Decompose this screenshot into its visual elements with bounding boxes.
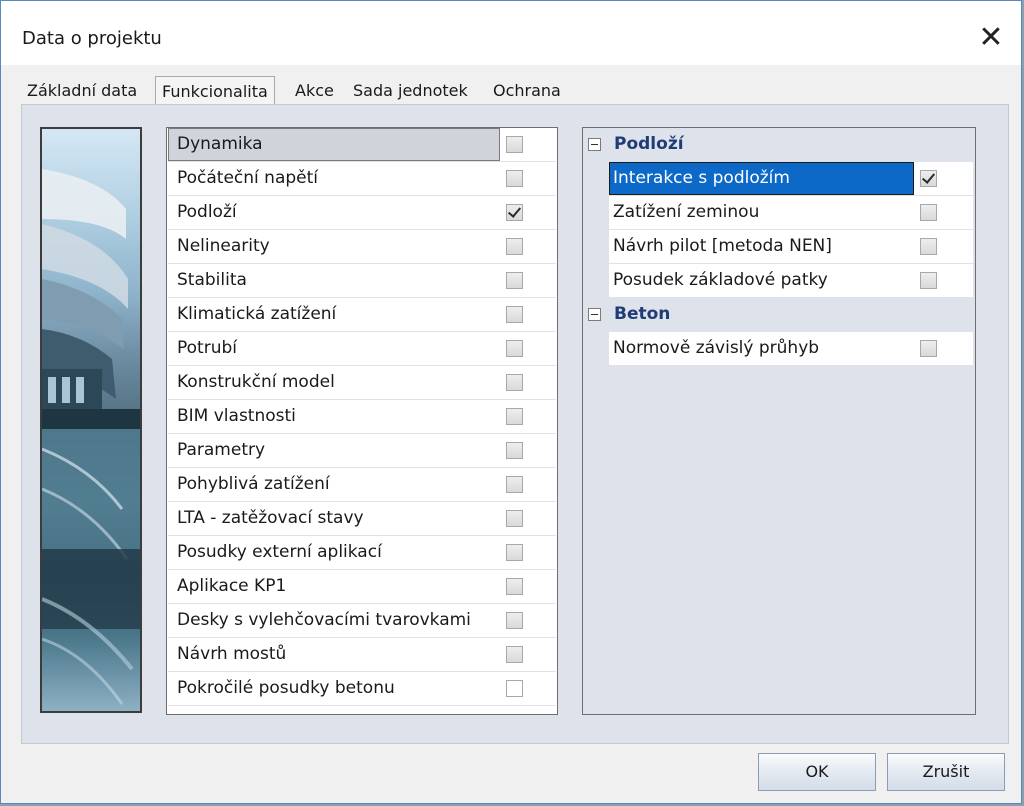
list-item-pohybliva-zatizeni[interactable]: Pohyblivá zatížení [168, 468, 556, 502]
close-icon: ✕ [978, 19, 1004, 55]
collapse-icon[interactable] [588, 138, 601, 151]
ok-button[interactable]: OK [758, 753, 876, 791]
list-item-label: Pokročilé posudky betonu [177, 678, 395, 698]
list-item-label: Nelinearity [177, 236, 270, 256]
checkbox[interactable] [506, 170, 523, 187]
list-item-navrh-mostu[interactable]: Návrh mostů [168, 638, 556, 672]
list-item-label: Parametry [177, 440, 266, 460]
property-normove-zavisly-pruhyb[interactable]: Normově závislý průhyb [609, 332, 973, 366]
list-item-posudky-externi-aplikaci[interactable]: Posudky externí aplikací [168, 536, 556, 570]
list-item-bim-vlastnosti[interactable]: BIM vlastnosti [168, 400, 556, 434]
list-item-label: LTA - zatěžovací stavy [177, 508, 364, 528]
group-header-podlozi[interactable]: Podloží [583, 128, 975, 161]
list-item-pokrocile-posudky-betonu[interactable]: Pokročilé posudky betonu [168, 672, 556, 706]
list-item-label: Desky s vylehčovacími tvarovkami [177, 610, 471, 630]
checkbox[interactable] [506, 476, 523, 493]
checkbox[interactable] [506, 306, 523, 323]
decorative-building-image [40, 127, 142, 713]
functionality-list: Dynamika Počáteční napětí Podloží Neline… [166, 127, 558, 715]
close-button[interactable]: ✕ [971, 17, 1011, 57]
list-item-nelinearity[interactable]: Nelinearity [168, 230, 556, 264]
dialog-title: Data o projektu [22, 28, 162, 49]
checkbox[interactable] [920, 272, 937, 289]
list-item-label: Počáteční napětí [177, 168, 319, 188]
property-posudek-zakladove-patky[interactable]: Posudek základové patky [609, 264, 973, 298]
property-interakce-s-podlozim[interactable]: Interakce s podložím [609, 162, 973, 196]
checkbox[interactable] [506, 680, 523, 697]
list-item-pocatecni-napeti[interactable]: Počáteční napětí [168, 162, 556, 196]
checkbox[interactable] [506, 408, 523, 425]
list-item-parametry[interactable]: Parametry [168, 434, 556, 468]
list-item-dynamika[interactable]: Dynamika [168, 128, 556, 162]
list-item-aplikace-kp1[interactable]: Aplikace KP1 [168, 570, 556, 604]
list-item-label: Posudky externí aplikací [177, 542, 382, 562]
checkbox[interactable] [506, 374, 523, 391]
list-item-label: Pohyblivá zatížení [177, 474, 330, 494]
checkbox-checked[interactable] [920, 170, 937, 187]
building-illustration [42, 169, 140, 705]
list-item-stabilita[interactable]: Stabilita [168, 264, 556, 298]
checkbox[interactable] [506, 442, 523, 459]
property-label: Návrh pilot [metoda NEN] [613, 236, 832, 256]
checkbox[interactable] [506, 646, 523, 663]
list-item-podlozi[interactable]: Podloží [168, 196, 556, 230]
checkbox[interactable] [506, 612, 523, 629]
checkbox[interactable] [506, 578, 523, 595]
list-item-label: Podloží [177, 202, 237, 222]
tab-funkcionalita[interactable]: Funkcionalita [155, 76, 275, 106]
property-label: Interakce s podložím [609, 162, 914, 195]
list-item-label: BIM vlastnosti [177, 406, 296, 426]
collapse-icon[interactable] [588, 308, 601, 321]
list-item-label: Klimatická zatížení [177, 304, 337, 324]
property-label: Normově závislý průhyb [613, 338, 820, 358]
list-item-label: Potrubí [177, 338, 237, 358]
property-label: Posudek základové patky [613, 270, 828, 290]
list-item-label: Konstrukční model [177, 372, 335, 392]
cancel-button[interactable]: Zrušit [887, 753, 1005, 791]
list-item-klimaticka-zatizeni[interactable]: Klimatická zatížení [168, 298, 556, 332]
title-bar: Data o projektu ✕ [1, 1, 1021, 65]
list-item-potrubi[interactable]: Potrubí [168, 332, 556, 366]
group-label: Podloží [614, 134, 684, 154]
checkbox[interactable] [506, 238, 523, 255]
project-data-dialog: Data o projektu ✕ Základní data Funkcion… [0, 0, 1022, 804]
checkbox[interactable] [506, 510, 523, 527]
checkbox[interactable] [920, 340, 937, 357]
property-zatizeni-zeminou[interactable]: Zatížení zeminou [609, 196, 973, 230]
property-navrh-pilot[interactable]: Návrh pilot [metoda NEN] [609, 230, 973, 264]
list-item-label: Návrh mostů [177, 644, 287, 664]
list-item-label: Aplikace KP1 [177, 576, 287, 596]
list-item-konstrukcni-model[interactable]: Konstrukční model [168, 366, 556, 400]
group-label: Beton [614, 304, 671, 324]
tab-content-panel: Dynamika Počáteční napětí Podloží Neline… [21, 104, 1009, 744]
tab-sada-jednotek[interactable]: Sada jednotek [347, 79, 474, 105]
list-item-label: Dynamika [168, 128, 500, 161]
checkbox[interactable] [506, 544, 523, 561]
checkbox[interactable] [920, 204, 937, 221]
property-label: Zatížení zeminou [613, 202, 760, 222]
property-tree: Podloží Interakce s podložím Zatížení ze… [582, 127, 976, 715]
checkbox[interactable] [920, 238, 937, 255]
list-item-label: Stabilita [177, 270, 247, 290]
tab-zakladni-data[interactable]: Základní data [21, 79, 143, 105]
checkbox[interactable] [506, 340, 523, 357]
list-item-desky-s-vylehcovacimi-tvarovkami[interactable]: Desky s vylehčovacími tvarovkami [168, 604, 556, 638]
list-item-lta-zatezovaci-stavy[interactable]: LTA - zatěžovací stavy [168, 502, 556, 536]
tab-akce[interactable]: Akce [289, 79, 340, 105]
checkbox[interactable] [506, 272, 523, 289]
checkbox[interactable] [506, 136, 523, 153]
checkbox-checked[interactable] [506, 204, 523, 221]
tab-ochrana[interactable]: Ochrana [487, 79, 567, 105]
group-header-beton[interactable]: Beton [583, 298, 975, 331]
